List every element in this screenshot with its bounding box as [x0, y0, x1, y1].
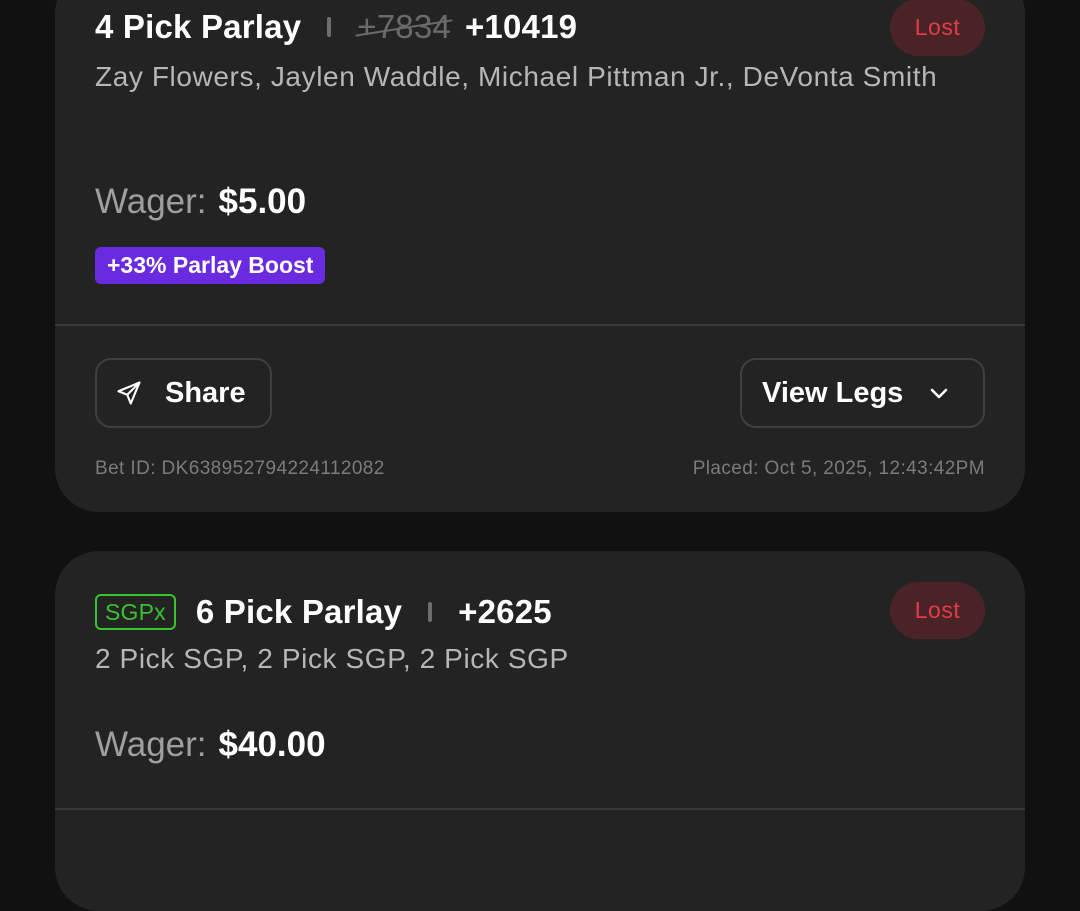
legs-summary: 2 Pick SGP, 2 Pick SGP, 2 Pick SGP — [95, 643, 569, 674]
bet-card: SGPx 6 Pick Parlay +2625 Lost 2 Pick SGP… — [55, 551, 1025, 911]
bet-title-row: SGPx 6 Pick Parlay +2625 — [95, 593, 552, 631]
wager-row: Wager: $5.00 — [95, 182, 306, 222]
bet-title-row: 4 Pick Parlay +7834 +10419 — [95, 8, 577, 46]
bet-title: 4 Pick Parlay — [95, 8, 302, 45]
odds: +2625 — [458, 593, 552, 630]
status-badge: Lost — [890, 582, 985, 639]
paper-plane-icon — [117, 381, 141, 405]
bet-card: 4 Pick Parlay +7834 +10419 Lost Zay Flow… — [55, 0, 1025, 512]
share-label: Share — [165, 376, 246, 409]
divider — [55, 808, 1025, 810]
parlay-boost-badge: +33% Parlay Boost — [95, 247, 326, 284]
chevron-down-icon — [931, 388, 948, 399]
wager-label: Wager: — [95, 182, 207, 221]
original-odds: +7834 — [357, 8, 451, 45]
bet-title: 6 Pick Parlay — [195, 593, 403, 630]
placed-timestamp: Placed: Oct 5, 2025, 12:43:42PM — [692, 458, 985, 479]
wager-label: Wager: — [95, 725, 207, 764]
divider — [55, 324, 1025, 326]
separator — [327, 17, 332, 37]
wager-amount: $5.00 — [218, 182, 307, 221]
wager-amount: $40.00 — [218, 725, 326, 764]
boosted-odds: +10419 — [464, 8, 578, 45]
share-button[interactable]: Share — [95, 358, 272, 428]
bet-id: Bet ID: DK638952794224112082 — [95, 458, 385, 479]
status-badge: Lost — [890, 0, 985, 56]
legs-summary: Zay Flowers, Jaylen Waddle, Michael Pitt… — [95, 61, 938, 92]
sgpx-badge: SGPx — [95, 594, 176, 630]
view-legs-label: View Legs — [762, 376, 904, 409]
wager-row: Wager: $40.00 — [95, 725, 326, 765]
view-legs-button[interactable]: View Legs — [740, 358, 985, 428]
separator — [428, 602, 433, 622]
